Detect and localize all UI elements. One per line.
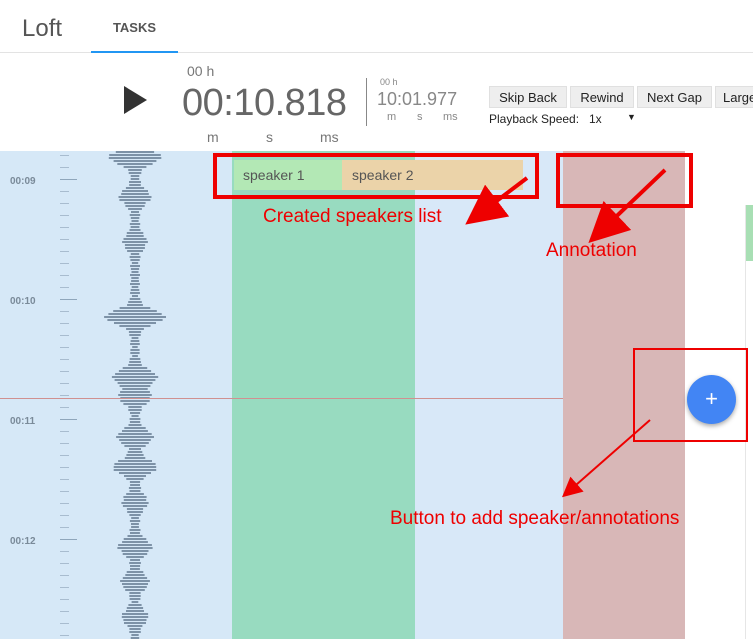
arrow-add <box>561 419 651 498</box>
callout-speakers-list: Created speakers list <box>263 206 442 227</box>
arrow-speakers <box>465 176 529 225</box>
callout-annotation: Annotation <box>546 240 637 261</box>
callout-add-button: Button to add speaker/annotations <box>390 508 680 529</box>
arrow-annotation <box>588 168 667 244</box>
callout-arrows <box>465 168 667 498</box>
